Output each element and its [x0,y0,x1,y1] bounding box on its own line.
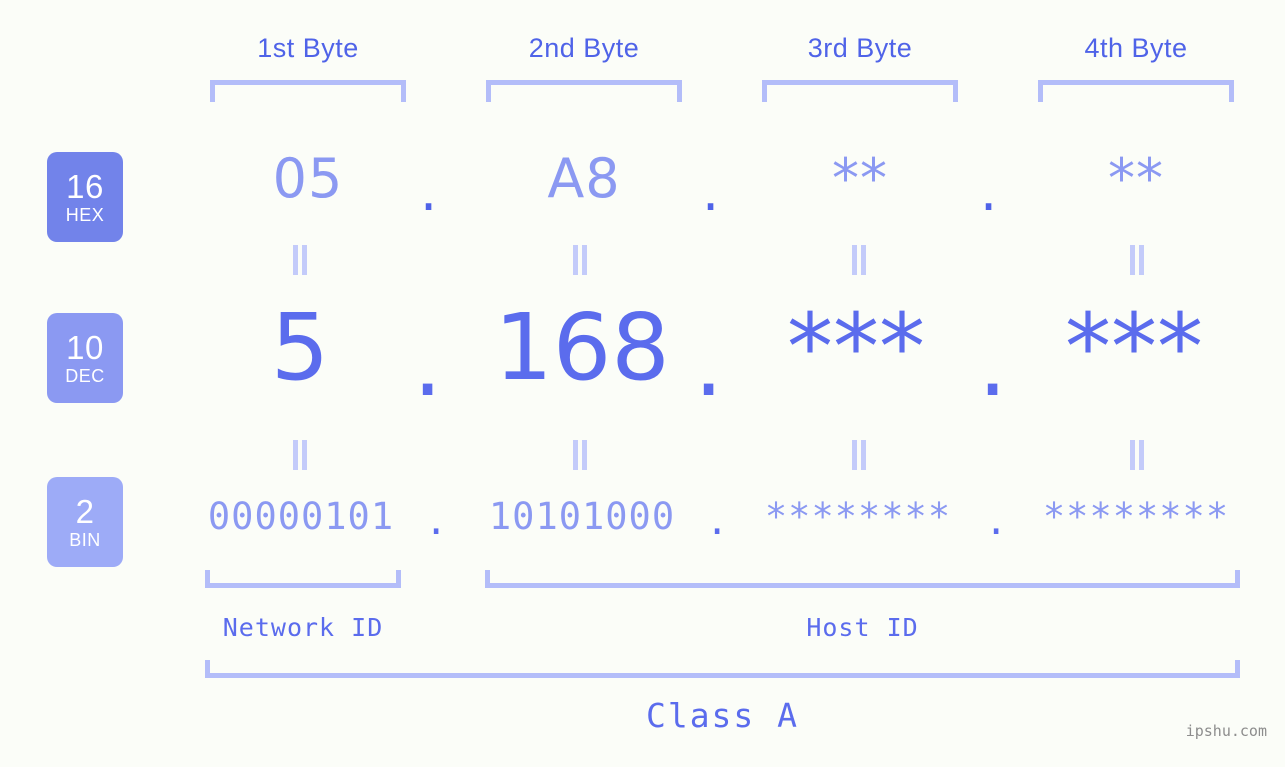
class-bracket [205,660,1240,678]
hex-separator-3: . [980,160,998,223]
bin-separator-2: . [706,500,729,543]
dec-value-byte-1: 5 [270,294,330,401]
base-badge-dec[interactable]: 10 DEC [47,313,123,403]
byte-header-label-1: 1st Byte [257,33,359,63]
byte-bracket-1 [210,80,406,102]
base-badge-hex-name: HEX [65,205,105,225]
base-badge-bin-name: BIN [69,530,101,550]
bin-separator-3: . [985,500,1008,543]
dec-value-byte-4: *** [1065,294,1203,401]
base-badge-dec-number: 10 [66,329,104,366]
hex-separator-1: . [420,160,438,223]
class-label: Class A [645,696,800,735]
site-watermark: ipshu.com [1185,722,1267,740]
base-badge-hex-number: 16 [66,168,104,205]
hex-value-byte-1: 05 [272,147,344,210]
dec-value-byte-3: *** [787,294,925,401]
bin-value-byte-4: ******** [1042,495,1230,538]
host-id-bracket [485,570,1240,588]
equals-mark-dec-bin-1 [293,440,307,470]
bin-value-byte-3: ******** [764,495,952,538]
dec-separator-1: . [413,310,443,417]
dec-value-byte-2: 168 [494,294,670,401]
equals-mark-hex-dec-3 [852,245,866,275]
dec-separator-2: . [694,310,724,417]
equals-mark-hex-dec-1 [293,245,307,275]
hex-value-byte-3: ** [832,147,888,210]
base-badge-bin-number: 2 [75,493,95,530]
byte-header-label-2: 2nd Byte [528,33,640,63]
equals-mark-dec-bin-2 [573,440,587,470]
equals-mark-dec-bin-4 [1130,440,1144,470]
host-id-label: Host ID [806,613,919,642]
bin-value-byte-1: 00000101 [207,495,395,538]
dec-separator-3: . [978,310,1008,417]
base-badge-dec-name: DEC [65,366,105,386]
byte-header-label-4: 4th Byte [1084,33,1188,63]
byte-bracket-2 [486,80,682,102]
equals-mark-hex-dec-2 [573,245,587,275]
equals-mark-dec-bin-3 [852,440,866,470]
byte-bracket-4 [1038,80,1234,102]
base-badge-hex[interactable]: 16 HEX [47,152,123,242]
hex-separator-2: . [702,160,720,223]
ip-byte-diagram: 1st Byte 2nd Byte 3rd Byte 4th Byte 16 H… [0,0,1285,767]
hex-value-byte-4: ** [1108,147,1164,210]
network-id-bracket [205,570,401,588]
byte-header-label-3: 3rd Byte [807,33,913,63]
byte-bracket-3 [762,80,958,102]
bin-value-byte-2: 10101000 [488,495,676,538]
network-id-label: Network ID [222,613,384,642]
hex-value-byte-2: A8 [547,147,621,210]
equals-mark-hex-dec-4 [1130,245,1144,275]
base-badge-bin[interactable]: 2 BIN [47,477,123,567]
bin-separator-1: . [425,500,448,543]
